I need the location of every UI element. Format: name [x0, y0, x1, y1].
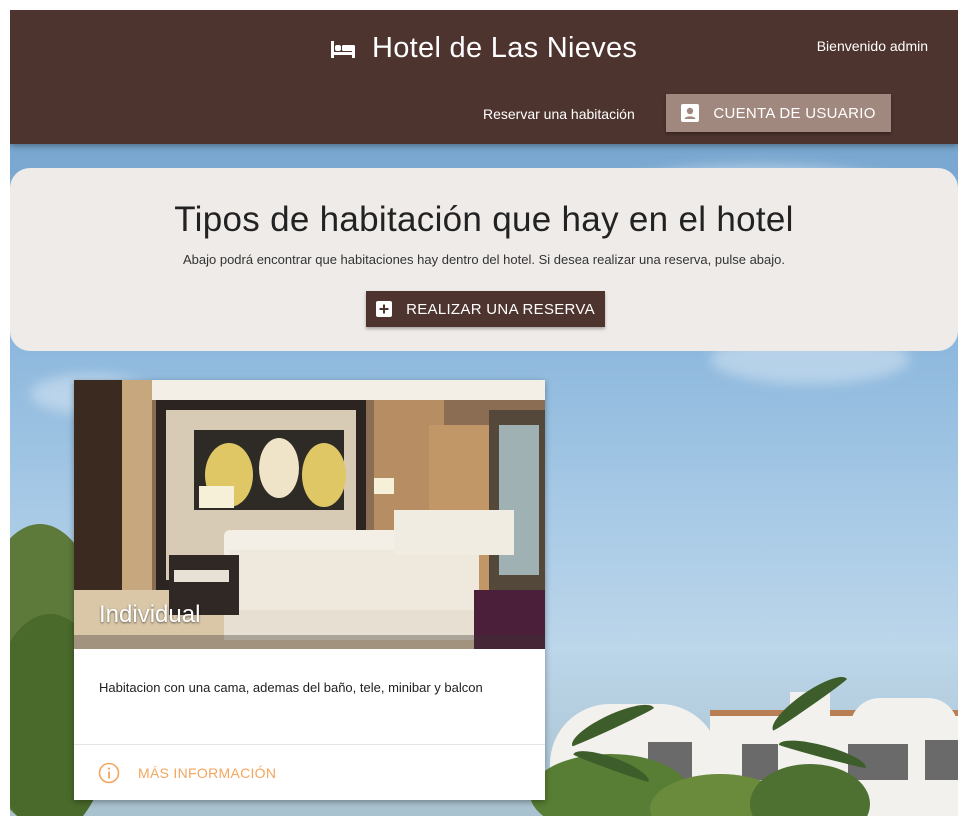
info-icon — [98, 762, 120, 783]
room-photo: Individual — [74, 380, 545, 649]
make-reservation-label: REALIZAR UNA RESERVA — [406, 300, 595, 318]
room-description: Habitacion con una cama, ademas del baño… — [99, 680, 483, 695]
brand[interactable]: Hotel de Las Nieves — [330, 32, 637, 65]
room-type-title: Individual — [99, 601, 201, 628]
page-subtitle: Abajo podrá encontrar que habitaciones h… — [182, 252, 785, 267]
page-title: Tipos de habitación que hay en el hotel — [174, 200, 794, 239]
nav-reserve-link[interactable]: Reservar una habitación — [483, 106, 635, 122]
room-card: Individual Habitacion con una cama, adem… — [74, 380, 545, 800]
make-reservation-button[interactable]: REALIZAR UNA RESERVA — [366, 291, 605, 327]
more-info-button[interactable]: MÁS INFORMACIÓN — [74, 745, 545, 800]
add-box-icon — [376, 301, 393, 317]
app-title: Hotel de Las Nieves — [372, 32, 638, 64]
welcome-text: Bienvenido admin — [816, 38, 928, 54]
account-box-icon — [681, 104, 700, 122]
more-info-label: MÁS INFORMACIÓN — [138, 764, 277, 781]
user-account-label: CUENTA DE USUARIO — [713, 104, 876, 122]
hero-panel: Tipos de habitación que hay en el hotel … — [10, 168, 958, 351]
page: Hotel de Las Nieves Bienvenido admin Res… — [10, 10, 958, 816]
user-account-button[interactable]: CUENTA DE USUARIO — [666, 94, 891, 132]
hotel-bed-icon — [331, 40, 355, 58]
app-header: Hotel de Las Nieves Bienvenido admin Res… — [10, 10, 958, 144]
